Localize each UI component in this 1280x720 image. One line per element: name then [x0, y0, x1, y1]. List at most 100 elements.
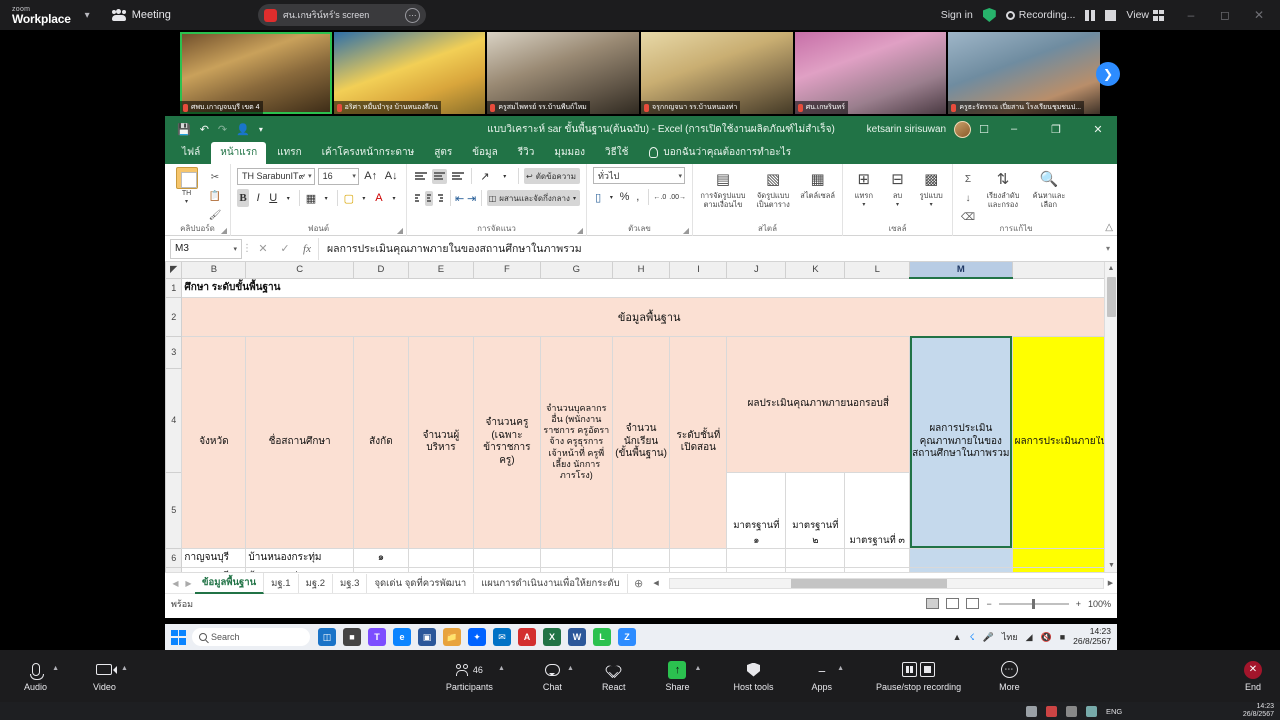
tab-insert[interactable]: แทรก — [268, 142, 310, 164]
sheet-tab-std3[interactable]: มฐ.3 — [333, 573, 368, 593]
prev-sheet-icon[interactable]: ▶ — [182, 579, 195, 588]
delete-cells-button[interactable]: ⊟ ลบ ▾ — [883, 169, 913, 209]
taskbar-clock[interactable]: 14:23 26/8/2567 — [1073, 626, 1111, 647]
cell-L5-std3[interactable]: มาตรฐานที่ ๓ — [844, 471, 911, 549]
cell-F6[interactable] — [472, 547, 541, 568]
horizontal-scrollbar[interactable] — [668, 577, 1104, 589]
more-options-icon[interactable]: ⋯ — [405, 7, 420, 23]
row-header-7[interactable]: 7 — [165, 566, 183, 572]
column-header-C[interactable]: C — [245, 262, 354, 279]
font-dialog-launcher[interactable]: ◢ — [397, 226, 403, 235]
column-header-L[interactable]: L — [844, 262, 911, 279]
tab-file[interactable]: ไฟล์ — [173, 142, 209, 164]
language-indicator[interactable]: ไทย — [1002, 630, 1018, 644]
apps-button[interactable]: ⚊ Apps ▲ — [812, 661, 845, 692]
participants-chevron-icon[interactable]: ▲ — [498, 665, 505, 672]
page-break-view-icon[interactable] — [966, 598, 980, 609]
pause-recording-icon[interactable] — [1085, 9, 1096, 21]
line-icon[interactable]: L — [593, 628, 611, 646]
audio-button[interactable]: Audio ▲ — [24, 661, 59, 692]
host-clock[interactable]: 14:23 26/8/2567 — [1243, 703, 1274, 718]
video-tile[interactable]: ศพบ.เกาญจนบุรี เขต 4 — [180, 32, 332, 114]
fill-color-dropdown-icon[interactable]: ▾ — [358, 189, 370, 207]
sheet-tab-plan[interactable]: แผนการดำเนินงานเพื่อให้ยกระดับ — [474, 573, 628, 593]
column-header-D[interactable]: D — [352, 262, 410, 279]
video-tile[interactable]: อริศา หมื่นบำรุง บ้านหนองลีกน — [333, 32, 486, 114]
row-header-4[interactable]: 4 — [165, 367, 183, 473]
decrease-indent-icon[interactable]: ⇤ — [455, 189, 464, 207]
cell-M7[interactable] — [909, 566, 1013, 572]
stop-share-icon[interactable] — [264, 8, 277, 22]
zoom-slider[interactable] — [998, 598, 1069, 609]
font-size-combo[interactable]: 16 ▾ — [317, 167, 359, 185]
cell-F7[interactable] — [472, 566, 541, 572]
column-header-G[interactable]: G — [539, 262, 613, 279]
tab-help[interactable]: วิธีใช้ — [596, 142, 637, 164]
close-icon[interactable]: ✕ — [1242, 0, 1276, 30]
font-color-icon[interactable]: A — [373, 189, 385, 207]
host-language-indicator[interactable]: ENG — [1106, 707, 1122, 716]
fill-icon[interactable]: ↓ — [959, 190, 977, 206]
spreadsheet-grid[interactable]: ◤ B C D E F G H I J K L M 1 ศึกษา ระดับข… — [165, 262, 1117, 572]
cell-B6[interactable]: กาญจนบุรี — [181, 547, 247, 568]
fill-color-icon[interactable]: ▢ — [343, 189, 355, 207]
column-header-B[interactable]: B — [181, 262, 247, 279]
edge-icon[interactable]: e — [393, 628, 411, 646]
ribbon-display-options-icon[interactable]: ☐ — [979, 123, 989, 136]
wifi-icon[interactable]: ◢ — [1026, 632, 1033, 643]
column-header-N[interactable] — [1011, 262, 1117, 279]
cell-D7[interactable]: ๑ — [352, 566, 410, 572]
widgets-icon[interactable]: ■ — [343, 628, 361, 646]
cell-N7[interactable] — [1011, 566, 1117, 572]
zoom-out-icon[interactable]: − — [986, 599, 991, 609]
video-options-chevron-icon[interactable]: ▲ — [121, 665, 128, 672]
taskbar-search-input[interactable]: Search — [192, 628, 310, 646]
apps-chevron-icon[interactable]: ▲ — [837, 665, 844, 672]
currency-dropdown-icon[interactable]: ▾ — [606, 188, 616, 206]
sheet-tab-std1[interactable]: มฐ.1 — [264, 573, 299, 593]
align-center-icon[interactable] — [424, 190, 434, 206]
maximize-icon[interactable]: ◻ — [1208, 0, 1242, 30]
cell-E7[interactable] — [408, 566, 474, 572]
cell-H7[interactable] — [611, 566, 671, 572]
row-header-5[interactable]: 5 — [165, 471, 183, 549]
cell-K6[interactable] — [785, 547, 846, 568]
cancel-entry-icon[interactable]: ✕ — [252, 242, 274, 255]
sort-filter-button[interactable]: ⇅ เรียงลำดับและกรอง — [981, 169, 1025, 209]
cell-G7[interactable] — [539, 566, 613, 572]
cell-B2-merged[interactable]: ข้อมูลพื้นฐาน — [181, 296, 1117, 337]
paste-button[interactable]: TH ▾ — [171, 167, 202, 206]
sign-in-button[interactable]: Sign in — [941, 9, 973, 21]
borders-dropdown-icon[interactable]: ▾ — [320, 189, 332, 207]
excel-restore-icon[interactable]: ❐ — [1039, 116, 1073, 142]
cell-K5-std2[interactable]: มาตรฐานที่ ๒ — [785, 471, 846, 549]
bold-button[interactable]: B — [237, 189, 250, 207]
add-sheet-icon[interactable]: ⊕ — [628, 577, 650, 590]
tab-page-layout[interactable]: เค้าโครงหน้ากระดาษ — [313, 142, 424, 164]
more-button[interactable]: ⋯ More — [999, 661, 1020, 692]
column-header-I[interactable]: I — [669, 262, 728, 279]
cell-L7[interactable] — [844, 566, 911, 572]
scroll-down-icon[interactable]: ▼ — [1105, 559, 1117, 572]
row-header-1[interactable]: 1 — [165, 277, 183, 298]
cell-J6[interactable] — [726, 547, 787, 568]
cell-styles-button[interactable]: ▦ สไตล์เซลล์ — [799, 169, 836, 201]
row-header-3[interactable]: 3 — [165, 335, 183, 369]
normal-view-icon[interactable] — [926, 598, 940, 609]
cell-J7[interactable] — [726, 566, 787, 572]
chat-chevron-icon[interactable]: ▲ — [567, 665, 574, 672]
participants-button[interactable]: 46 Participants ▲ — [446, 661, 505, 692]
touch-mode-icon[interactable]: 👤 — [236, 123, 250, 136]
align-middle-icon[interactable] — [431, 168, 448, 184]
find-select-button[interactable]: 🔍 ค้นหาและเลือก — [1029, 169, 1069, 209]
video-tile[interactable]: จรุกกญจนา รร.บ้านหนองท่า — [641, 32, 793, 114]
tab-review[interactable]: รีวิว — [509, 142, 544, 164]
video-tile[interactable]: ครูธะรัตรรณ เปี่ยสาน โรงเรียนชุมชนป... — [948, 32, 1101, 114]
underline-dropdown-icon[interactable]: ▾ — [282, 189, 294, 207]
tab-data[interactable]: ข้อมูล — [463, 142, 507, 164]
end-meeting-button[interactable]: ✕ End — [1244, 660, 1262, 692]
clipboard-dialog-launcher[interactable]: ◢ — [221, 226, 227, 235]
tray-wifi-icon[interactable] — [1086, 705, 1097, 717]
first-sheet-icon[interactable]: ◀ — [169, 579, 182, 588]
page-layout-view-icon[interactable] — [946, 598, 960, 609]
